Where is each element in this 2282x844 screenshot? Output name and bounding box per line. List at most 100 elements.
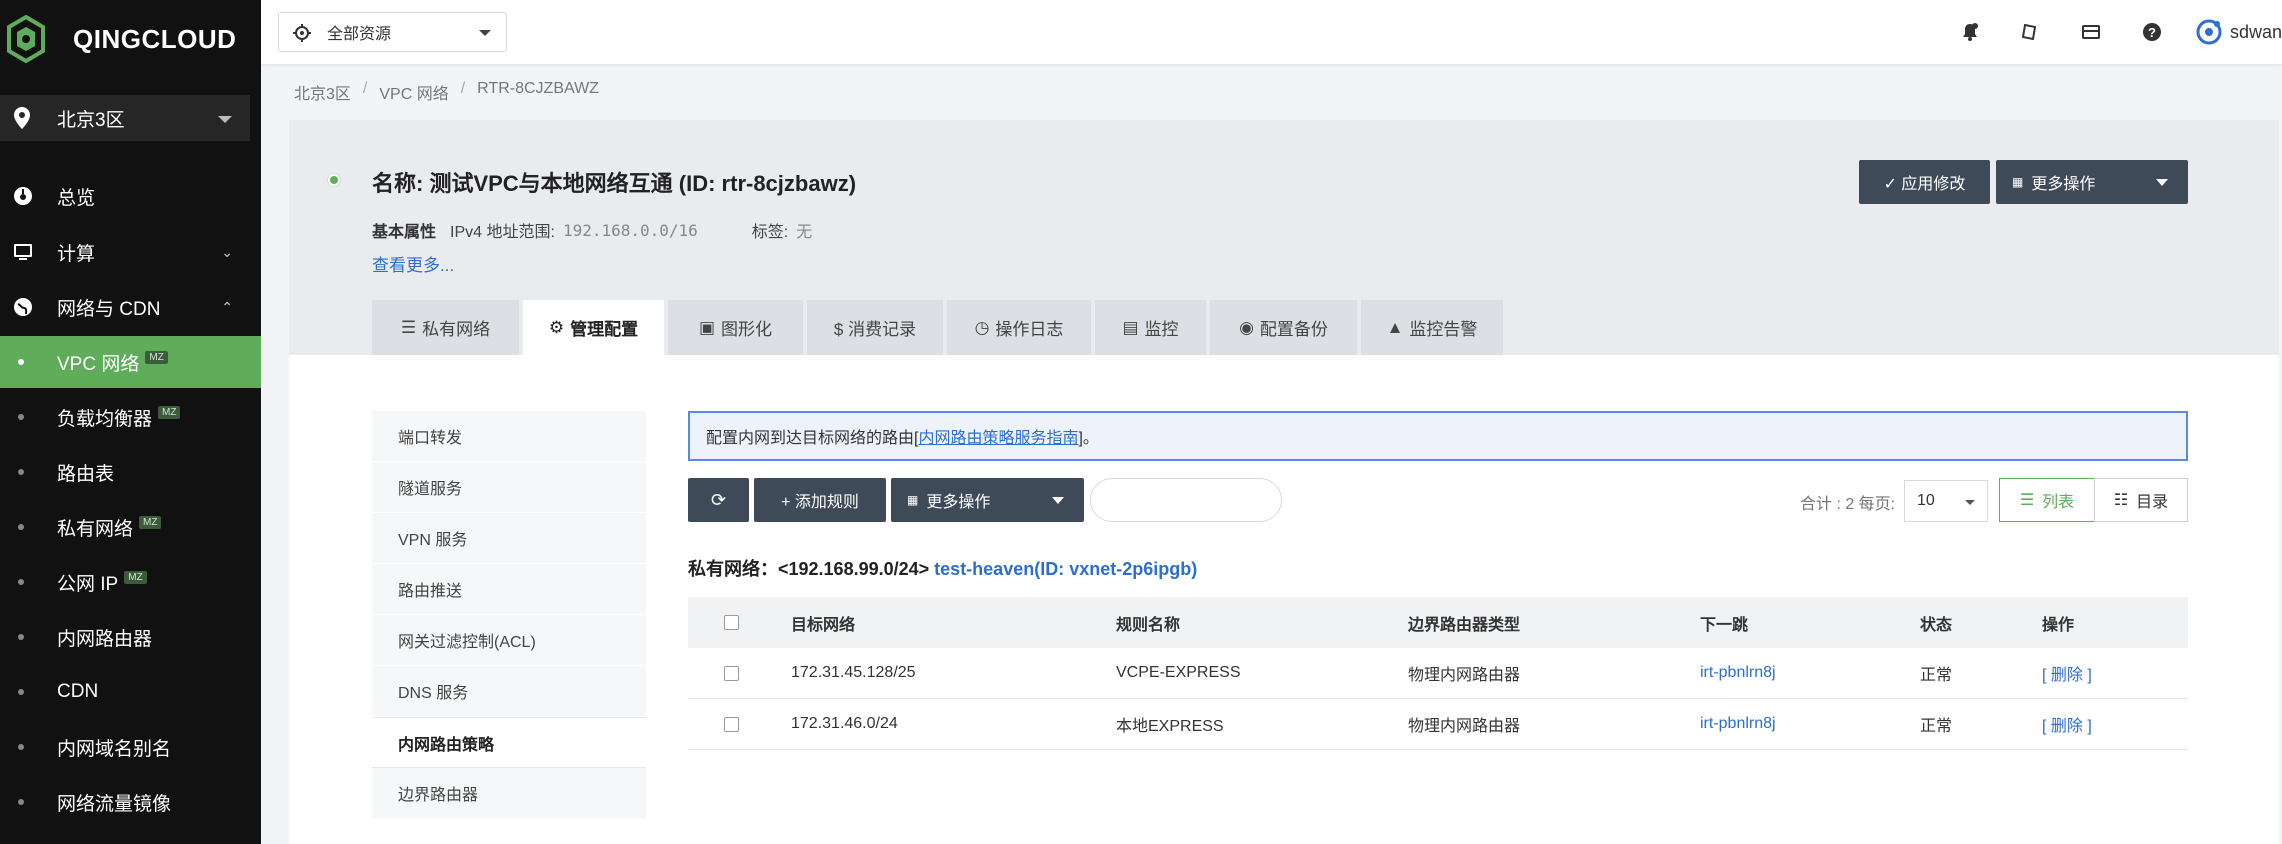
ticket-icon[interactable] [2018, 20, 2042, 44]
menu-route-push[interactable]: 路由推送 [372, 564, 646, 615]
mz-badge: MZ [145, 350, 168, 364]
table-more-actions-label: 更多操作 [926, 494, 991, 511]
nav-public-ip-text: 公网 IP [57, 573, 119, 595]
breadcrumb-vpc[interactable]: VPC 网络 [379, 80, 448, 104]
tab-monitor[interactable]: ▤ 监控 [1095, 300, 1206, 355]
tab-billing[interactable]: $ 消费记录 [807, 300, 943, 355]
region-selector[interactable]: 北京3区 [0, 95, 250, 141]
bullet-icon [18, 524, 24, 530]
select-all-checkbox[interactable] [724, 615, 739, 630]
table-header: 目标网络 规则名称 边界路由器类型 下一跳 状态 操作 [688, 597, 2188, 648]
policy-guide-link[interactable]: 内网路由策略服务指南 [918, 424, 1078, 448]
list-view-button[interactable]: ☰ 列表 [1999, 478, 2095, 522]
cell-status: 正常 [1920, 667, 1953, 684]
nav-private-network[interactable]: 私有网络 MZ [0, 501, 261, 553]
nav-overview-label: 总览 [57, 187, 96, 209]
search-input[interactable] [1090, 478, 1282, 522]
nav-load-balancer-label: 负载均衡器 MZ [57, 404, 181, 431]
tab-graph[interactable]: ▣ 图形化 [668, 300, 803, 355]
menu-tunnel[interactable]: 隧道服务 [372, 462, 646, 513]
chart-icon: ▤ [1122, 317, 1139, 337]
region-label: 北京3区 [57, 109, 125, 131]
tab-config-backup[interactable]: ◉ 配置备份 [1210, 300, 1357, 355]
tab-bar: ☰ 私有网络 ⚙ 管理配置 ▣ 图形化 $ 消费记录 ◷ 操作日志 ▤ 监控 ◉… [372, 300, 1507, 355]
nav-compute[interactable]: 计算 ⌄ [0, 227, 261, 277]
breadcrumb-separator: / [460, 80, 466, 97]
image-icon: ▣ [698, 317, 716, 337]
resource-scope-select[interactable]: 全部资源 [278, 12, 507, 52]
bullet-icon [18, 579, 24, 585]
menu-border-router[interactable]: 边界路由器 [372, 768, 646, 819]
row-checkbox[interactable] [724, 717, 739, 732]
cell-next-hop-link[interactable]: irt-pbnlrn8j [1700, 664, 1776, 682]
status-indicator [328, 174, 340, 186]
bullet-icon [18, 634, 24, 640]
logo[interactable]: QINGCLOUD [6, 14, 236, 64]
nav-route-table-label: 路由表 [57, 463, 115, 485]
menu-vpn[interactable]: VPN 服务 [372, 513, 646, 564]
row-checkbox[interactable] [724, 666, 739, 681]
grid-icon: ▦ [907, 493, 919, 507]
notification-bell-icon[interactable] [1958, 20, 1982, 44]
total-count: 合计 : 2 每页: [1800, 496, 1896, 513]
see-more-link[interactable]: 查看更多... [372, 251, 454, 276]
tab-label: 图形化 [721, 320, 773, 339]
menu-dns[interactable]: DNS 服务 [372, 666, 646, 717]
help-icon[interactable]: ? [2140, 20, 2164, 44]
refresh-button[interactable]: ⟳ [688, 478, 749, 522]
user-menu[interactable]: sdwan [2196, 14, 2282, 50]
breadcrumb-region[interactable]: 北京3区 [294, 80, 351, 104]
tag-value: 无 [796, 222, 813, 241]
nav-internal-router[interactable]: 内网路由器 [0, 611, 261, 663]
tab-management[interactable]: ⚙ 管理配置 [523, 300, 664, 355]
vxnet-link[interactable]: test-heaven(ID: vxnet-2p6ipgb) [934, 559, 1197, 579]
cell-target-network: 172.31.46.0/24 [791, 715, 898, 732]
more-actions-button[interactable]: ▦ 更多操作 [1996, 160, 2188, 204]
nav-dns-alias[interactable]: 内网域名别名 [0, 721, 261, 773]
col-actions: 操作 [2042, 616, 2075, 634]
delete-link[interactable]: [ 删除 ] [2042, 712, 2092, 736]
clock-icon: ◷ [974, 317, 990, 337]
nav-network[interactable]: 网络与 CDN ⌃ [0, 282, 261, 332]
nav-vpc[interactable]: VPC 网络 MZ [0, 336, 261, 388]
delete-link[interactable]: [ 删除 ] [2042, 661, 2092, 685]
add-rule-button[interactable]: + 添加规则 [754, 478, 886, 522]
nav-route-table[interactable]: 路由表 [0, 446, 261, 498]
grid-icon: ▦ [2012, 175, 2024, 189]
tab-operation-log[interactable]: ◷ 操作日志 [947, 300, 1091, 355]
per-page-select[interactable]: 10 [1904, 480, 1988, 522]
nav-overview[interactable]: 总览 [0, 171, 261, 221]
tab-alerts[interactable]: ▲ 监控告警 [1361, 300, 1503, 355]
topbar: 全部资源 ? sdwan [261, 0, 2282, 64]
menu-port-forwarding[interactable]: 端口转发 [372, 411, 646, 462]
nav-cdn[interactable]: CDN [0, 666, 261, 718]
nav-public-ip[interactable]: 公网 IP MZ [0, 556, 261, 608]
bullet-icon [18, 799, 24, 805]
notice-prefix: 配置内网到达目标网络的路由[ [706, 430, 919, 447]
nav-traffic-mirror[interactable]: 网络流量镜像 [0, 776, 261, 828]
billing-card-icon[interactable] [2079, 20, 2103, 44]
menu-internal-route-policy[interactable]: 内网路由策略 [372, 717, 646, 768]
apply-changes-button[interactable]: ✓ 应用修改 [1859, 160, 1990, 204]
col-border-router-type: 边界路由器类型 [1408, 616, 1521, 634]
nav-traffic-mirror-label: 网络流量镜像 [57, 793, 172, 815]
col-status: 状态 [1920, 616, 1953, 634]
menu-acl[interactable]: 网关过滤控制(ACL) [372, 615, 646, 666]
nav-load-balancer[interactable]: 负载均衡器 MZ [0, 391, 261, 443]
tree-view-button[interactable]: ☷ 目录 [2094, 478, 2188, 522]
brand-name: QINGCLOUD [73, 23, 237, 54]
tab-private-network[interactable]: ☰ 私有网络 [372, 300, 519, 355]
tag-key: 标签: [751, 224, 789, 241]
table-more-actions-button[interactable]: ▦ 更多操作 [891, 478, 1084, 522]
sitemap-icon: ☷ [2113, 492, 2129, 509]
chevron-down-icon [218, 116, 232, 123]
more-actions-label: 更多操作 [2031, 176, 2096, 193]
tab-label: 操作日志 [995, 320, 1064, 339]
nav-internal-router-label: 内网路由器 [57, 628, 153, 650]
resource-scope-label: 全部资源 [327, 26, 392, 43]
sidebar: QINGCLOUD 北京3区 总览 计算 ⌄ 网络与 CDN ⌃ VPC 网络 M… [0, 0, 261, 844]
nav-vpc-text: VPC 网络 [57, 353, 140, 375]
props-label: 基本属性 [372, 224, 437, 241]
cell-next-hop-link[interactable]: irt-pbnlrn8j [1700, 715, 1776, 733]
chevron-up-icon: ⌃ [221, 298, 233, 315]
